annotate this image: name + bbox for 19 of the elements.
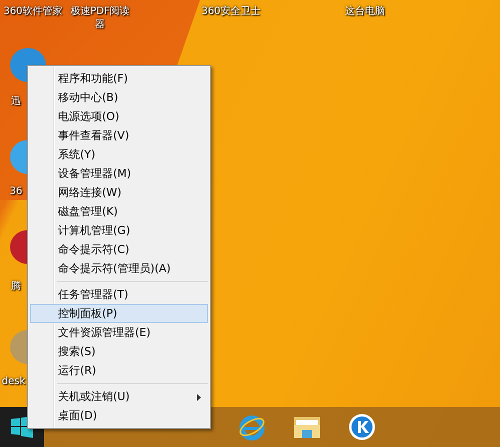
menu-item[interactable]: 设备管理器(M)	[30, 164, 208, 183]
menu-item[interactable]: 桌面(D)	[30, 406, 208, 425]
menu-item[interactable]: 电源选项(O)	[30, 107, 208, 126]
menu-item[interactable]: 控制面板(P)	[30, 304, 208, 323]
menu-item[interactable]: 文件资源管理器(E)	[30, 323, 208, 342]
menu-item[interactable]: 移动中心(B)	[30, 88, 208, 107]
menu-item[interactable]: 命令提示符(管理员)(A)	[30, 259, 208, 278]
menu-item[interactable]: 系统(Y)	[30, 145, 208, 164]
menu-item[interactable]: 任务管理器(T)	[30, 285, 208, 304]
windows-logo-icon	[11, 416, 33, 438]
menu-item[interactable]: 磁盘管理(K)	[30, 202, 208, 221]
menu-item[interactable]: 网络连接(W)	[30, 183, 208, 202]
menu-item[interactable]: 搜索(S)	[30, 342, 208, 361]
menu-item[interactable]: 运行(R)	[30, 361, 208, 380]
menu-item[interactable]: 计算机管理(G)	[30, 221, 208, 240]
menu-item[interactable]: 关机或注销(U)	[30, 387, 208, 406]
menu-item[interactable]: 程序和功能(F)	[30, 69, 208, 88]
menu-item[interactable]: 命令提示符(C)	[30, 240, 208, 259]
menu-item[interactable]: 事件查看器(V)	[30, 126, 208, 145]
